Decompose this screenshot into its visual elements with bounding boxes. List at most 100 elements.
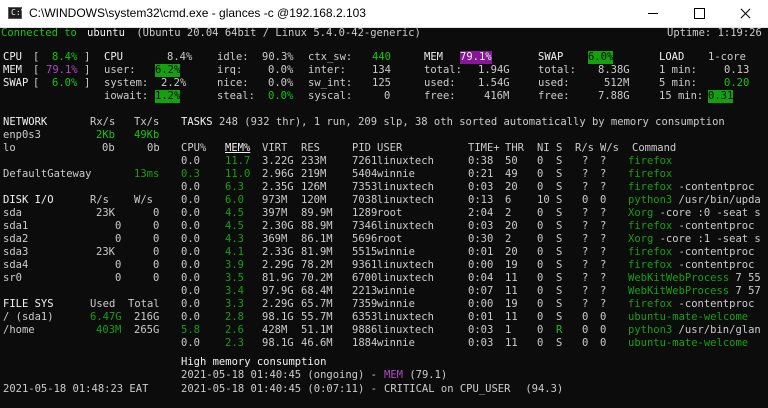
cmd-window: C:\ C:\WINDOWS\system32\cmd.exe - glance… [0, 0, 768, 408]
process-command: python3 [628, 324, 673, 336]
process-cell: 9886 [352, 324, 378, 336]
alert-title-line: High memory consumption [0, 356, 768, 369]
cmd-icon[interactable]: C:\ [8, 7, 25, 19]
process-args: -contentproc [672, 298, 755, 310]
process-cell: 0:13 [468, 194, 494, 206]
process-cell: 2 [505, 233, 512, 245]
cpu-user: 6.2% [155, 64, 181, 77]
process-row[interactable]: 0.0 6.3 2.35G 126M 7353 linuxtech 0:03 20 0 S?? fi… [0, 181, 768, 194]
process-state: S [556, 311, 563, 323]
process-row[interactable]: 0.0 3.4 97.9G 68.4M 2213 winnie 0:07 11 0 S?? WebK… [0, 285, 768, 298]
process-row[interactable]: 0.0 2.3 98.1G 46.6M 1884 winnie 0:03 11 0 S 0 0 ubun… [0, 337, 768, 350]
alert-tag: CRITICAL on CPU_USER [384, 383, 511, 395]
process-row[interactable]: 0.0 2.8 98.1G 55.7M 6353 linuxtech 0:01 11 0 S 0 0 u… [0, 311, 768, 324]
close-icon[interactable] [722, 0, 768, 27]
process-row[interactable]: 0.0 11.7 3.22G 233M 7261 linuxtech 0:38 50 0 S?? f… [0, 155, 768, 168]
process-row[interactable]: 0.0 6.0 973M 120M 7038 linuxtech 0:13 6 10 S 0 0 pyt… [0, 194, 768, 207]
process-cell: 81.9M [301, 246, 333, 258]
terminal-output[interactable]: Connected to ubuntu (Ubuntu 20.04 64bit … [0, 27, 768, 408]
process-cell: 81.9G [262, 272, 294, 284]
hostname: ubuntu [87, 27, 125, 39]
process-state: S [556, 207, 563, 219]
process-command: Xorg [628, 207, 654, 219]
process-row[interactable]: 0.0 3.3 2.29G 65.7M 7359 winnie 0:00 19 0 S?? fire… [0, 298, 768, 311]
process-cell: ? [582, 285, 589, 297]
minimize-icon[interactable] [630, 0, 676, 27]
process-cell: 5696 [352, 233, 378, 245]
process-cell: 11 [505, 272, 518, 284]
mem-percent: 4.3 [225, 233, 244, 245]
title-bar[interactable]: C:\ C:\WINDOWS\system32\cmd.exe - glance… [0, 0, 768, 28]
process-row[interactable]: 0.0 4.5 397M 89.9M 1289 root 2:04 2 0 S?? Xorg -co… [0, 207, 768, 220]
cpu-percent: 0.0 [181, 285, 200, 297]
process-cell: 0:03 [468, 220, 494, 232]
process-cell: winnie [377, 337, 415, 349]
process-row[interactable]: 0.0 3.9 2.29G 78.2M 9361 linuxtech 0:00 19 0 S?? f… [0, 259, 768, 272]
cpu-iowait: 1.2% [155, 90, 181, 103]
process-row[interactable]: 0.3 11.0 2.96G 219M 5404 winnie 0:21 49 0 S?? fire… [0, 168, 768, 181]
process-cell: ? [600, 155, 607, 167]
mem-percent: 11.0 [225, 168, 251, 180]
process-command: firefox [628, 168, 673, 180]
maximize-icon[interactable] [676, 0, 722, 27]
process-cell: 0:03 [468, 337, 494, 349]
process-cell: 51.1M [301, 324, 333, 336]
process-command: WebKitWebProcess [628, 272, 730, 284]
swap-title: SWAP [538, 51, 564, 63]
cpu-percent: 0.0 [181, 220, 200, 232]
process-state: S [556, 272, 563, 284]
process-cell: 7346 [352, 220, 378, 232]
cpu-title: CPU [104, 51, 123, 63]
process-cell: 50 [505, 155, 518, 167]
process-cell: 233M [301, 155, 327, 167]
process-cell: 973M [262, 194, 288, 206]
process-row[interactable]: 0.0 4.5 2.30G 88.9M 7346 linuxtech 0:03 20 0 S?? f… [0, 220, 768, 233]
process-cell: 11 [505, 337, 518, 349]
process-cell: 1289 [352, 207, 378, 219]
network-row-enp0s3: enp0s3 2Kb 49Kb [3, 129, 160, 141]
process-args: -contentproc [672, 246, 755, 258]
sort-mem-column[interactable]: MEM% [225, 142, 250, 155]
process-cell: ? [582, 155, 589, 167]
load-15min: 0.31 [708, 90, 734, 103]
process-row[interactable]: 0.0 4.1 2.33G 81.9M 5515 winnie 0:01 20 0 S?? fire… [0, 246, 768, 259]
process-cell: 6 [505, 194, 512, 206]
process-cell: 68.4M [301, 285, 333, 297]
summary-row-4: iowait: 1.2% steal: 0.0% syscal: 0 free:… [104, 90, 734, 103]
mem-percent: 2.8 [225, 311, 244, 323]
process-cell: linuxtech [377, 324, 434, 336]
process-cell: 0 [600, 311, 607, 323]
process-state: S [556, 233, 563, 245]
cpu-percent: 0.0 [181, 207, 200, 219]
process-row[interactable]: 5.8 2.6 428M 51.1M 9886 linuxtech 0:03 1 0 R 0 0 pyt… [0, 324, 768, 337]
process-cell: 49 [505, 168, 518, 180]
process-row[interactable]: 0.0 3.5 81.9G 70.2M 6700 linuxtech 0:04 11 0 S?? W… [0, 272, 768, 285]
process-args: /usr/bin/glan [672, 324, 761, 336]
process-row[interactable]: 0.0 4.3 369M 86.1M 5696 root 0:30 2 0 S?? Xorg -co… [0, 233, 768, 246]
process-cell: 0 [537, 246, 544, 258]
process-cell: 55.7M [301, 311, 333, 323]
process-cell: linuxtech [377, 259, 434, 271]
process-state: S [556, 337, 563, 349]
process-header: CPU% MEM% VIRT RES PID USER TIME+ THR NI… [181, 142, 677, 155]
process-command: firefox [628, 259, 673, 271]
process-cell: 11 [505, 311, 518, 323]
process-cell: linuxtech [377, 194, 434, 206]
process-cell: 0 [537, 207, 544, 219]
process-cell: 0 [600, 324, 607, 336]
process-cell: 2213 [352, 285, 378, 297]
mem-percent: 3.9 [225, 259, 244, 271]
process-state: S [556, 194, 563, 206]
process-cell: root [377, 233, 403, 245]
process-cell: 0 [537, 220, 544, 232]
process-cell: 0:03 [468, 324, 494, 336]
process-state: S [556, 298, 563, 310]
cpu-total: 8.4% [167, 51, 193, 63]
cpu-percent: 0.0 [181, 259, 200, 271]
cpu-idle: 90.3% [262, 51, 294, 63]
summary-row-3: SWAP [ 6.0% ] system: 2.2% nice: 0.0% sw… [3, 77, 750, 89]
process-cell: 0:00 [468, 259, 494, 271]
process-cell: 0 [537, 233, 544, 245]
process-args: /usr/bin/upda [672, 194, 761, 206]
mem-percent: 2.6 [225, 324, 244, 336]
